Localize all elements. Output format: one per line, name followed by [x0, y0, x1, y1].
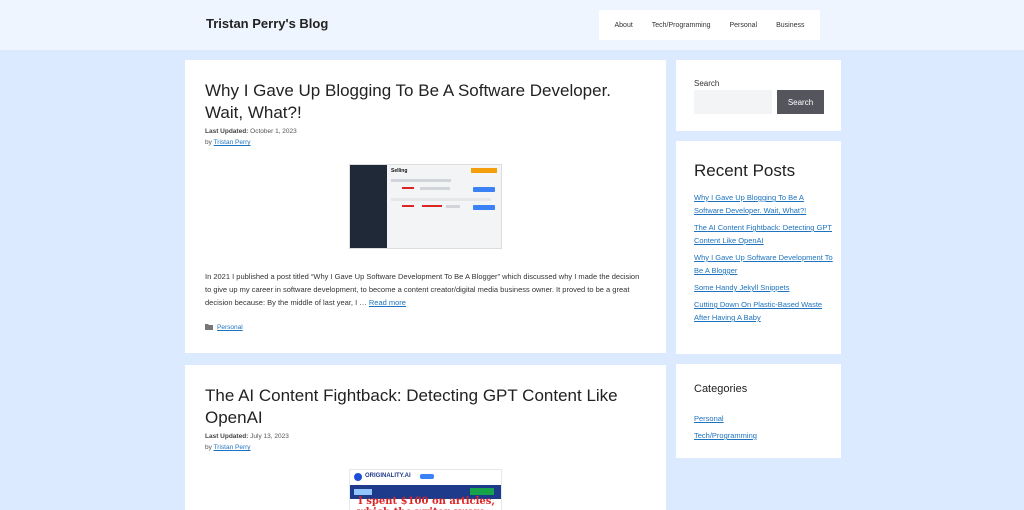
list-item: Personal — [694, 412, 757, 425]
nav-item-tech-programming[interactable]: Tech/Programming — [652, 22, 711, 29]
recent-post-link[interactable]: Some Handy Jekyll Snippets — [694, 283, 789, 292]
post-excerpt: In 2021 I published a post titled “Why I… — [205, 270, 645, 309]
by-label: by — [205, 444, 212, 451]
thumbnail-brand: ORIGINALITY.AI — [365, 473, 411, 479]
post-categories: Personal — [205, 323, 243, 332]
post-meta: Last Updated: July 13, 2023 by Tristan P… — [205, 431, 289, 453]
categories-list: Personal Tech/Programming — [694, 412, 757, 446]
post-meta: Last Updated: October 1, 2023 by Tristan… — [205, 126, 297, 148]
list-item: The AI Content Fightback: Detecting GPT … — [694, 221, 834, 247]
recent-post-link[interactable]: The AI Content Fightback: Detecting GPT … — [694, 223, 832, 245]
read-more-link[interactable]: Read more — [369, 298, 406, 307]
updated-label: Last Updated: — [205, 128, 249, 135]
by-label: by — [205, 139, 212, 146]
search-button[interactable]: Search — [777, 90, 824, 114]
thumbnail-redaction — [402, 187, 414, 189]
excerpt-text: In 2021 I published a post titled “Why I… — [205, 272, 640, 307]
nav-item-personal[interactable]: Personal — [729, 22, 757, 29]
recent-post-link[interactable]: Cutting Down On Plastic-Based Waste Afte… — [694, 300, 822, 322]
post-thumbnail[interactable]: Selling — [349, 164, 502, 249]
search-label: Search — [694, 79, 720, 88]
folder-icon — [205, 323, 213, 332]
post-thumbnail[interactable]: ORIGINALITY.AI I spent $100 on articles,… — [349, 469, 502, 510]
list-item: Why I Gave Up Software Development To Be… — [694, 251, 834, 277]
category-link[interactable]: Personal — [694, 414, 724, 423]
thumbnail-button — [470, 488, 494, 495]
thumbnail-bar — [391, 179, 451, 182]
thumbnail-bar — [391, 198, 491, 201]
thumbnail-chip — [354, 489, 372, 495]
nav-item-business[interactable]: Business — [776, 22, 804, 29]
recent-post-link[interactable]: Why I Gave Up Software Development To Be… — [694, 253, 833, 275]
search-input[interactable] — [694, 90, 772, 114]
thumbnail-bar — [446, 205, 460, 208]
site-title[interactable]: Tristan Perry's Blog — [206, 16, 328, 31]
updated-label: Last Updated: — [205, 433, 249, 440]
list-item: Tech/Programming — [694, 429, 757, 442]
author-link[interactable]: Tristan Perry — [214, 444, 251, 451]
thumbnail-redaction — [422, 205, 442, 207]
thumbnail-redaction — [402, 205, 414, 207]
search-widget: Search Search — [676, 60, 841, 131]
originality-logo-icon — [354, 473, 362, 481]
list-item: Some Handy Jekyll Snippets — [694, 281, 834, 294]
author-link[interactable]: Tristan Perry — [214, 139, 251, 146]
recent-posts-widget: Recent Posts Why I Gave Up Blogging To B… — [676, 141, 841, 354]
thumbnail-button — [473, 205, 495, 210]
thumbnail-bar — [420, 187, 450, 190]
thumbnail-pill — [420, 474, 434, 479]
post-title[interactable]: The AI Content Fightback: Detecting GPT … — [205, 385, 645, 429]
thumbnail-sidebar — [350, 165, 387, 248]
updated-date: October 1, 2023 — [250, 128, 297, 135]
thumbnail-claim: I spent $100 on articles, which the writ… — [357, 496, 496, 510]
recent-post-link[interactable]: Why I Gave Up Blogging To Be A Software … — [694, 193, 806, 215]
main-nav: About Tech/Programming Personal Business — [599, 10, 820, 40]
updated-date: July 13, 2023 — [250, 433, 289, 440]
widget-title: Recent Posts — [694, 161, 796, 180]
category-link[interactable]: Personal — [217, 324, 243, 331]
post-card: Why I Gave Up Blogging To Be A Software … — [185, 60, 666, 353]
nav-item-about[interactable]: About — [614, 22, 632, 29]
widget-title: Categories — [694, 383, 748, 395]
post-title[interactable]: Why I Gave Up Blogging To Be A Software … — [205, 80, 645, 124]
thumbnail-top-button — [471, 168, 497, 173]
thumbnail-heading: Selling — [391, 168, 408, 174]
category-link[interactable]: Tech/Programming — [694, 431, 757, 440]
post-card: The AI Content Fightback: Detecting GPT … — [185, 365, 666, 510]
categories-widget: Categories Personal Tech/Programming — [676, 364, 841, 458]
list-item: Why I Gave Up Blogging To Be A Software … — [694, 191, 834, 217]
list-item: Cutting Down On Plastic-Based Waste Afte… — [694, 298, 834, 324]
thumbnail-button — [473, 187, 495, 192]
site-header: Tristan Perry's Blog About Tech/Programm… — [0, 0, 1024, 50]
recent-posts-list: Why I Gave Up Blogging To Be A Software … — [694, 191, 834, 328]
